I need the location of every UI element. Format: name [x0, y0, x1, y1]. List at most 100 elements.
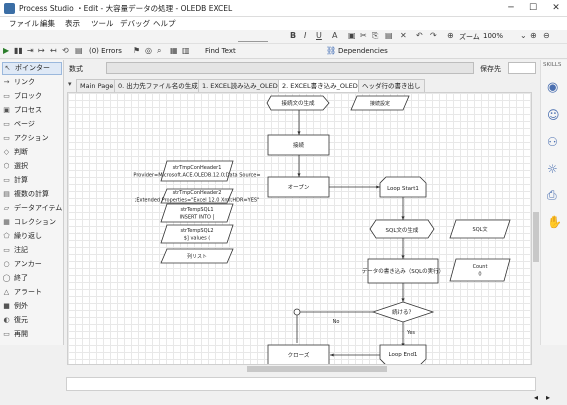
vertical-scroll-thumb[interactable] — [533, 212, 539, 262]
bold-button[interactable]: B — [290, 31, 296, 40]
tool-recover[interactable]: ◐ 復元 — [2, 314, 62, 327]
tool-collection[interactable]: ▦ コレクション — [2, 216, 62, 229]
tool-anchor[interactable]: ○ アンカー — [2, 258, 62, 271]
pause-icon[interactable]: ▮▮ — [14, 46, 23, 55]
choice-icon: ⬡ — [3, 162, 10, 170]
dependencies-button[interactable]: Dependencies — [338, 47, 388, 55]
watch-icon[interactable]: ◎ — [145, 46, 152, 55]
search-icon[interactable]: ⌕ — [157, 46, 161, 56]
save-icon[interactable]: ▣ — [348, 31, 356, 40]
zoom-value[interactable]: 100% — [483, 32, 503, 40]
tool-exception[interactable]: ■ 例外 — [2, 300, 62, 313]
tool-label: アンカー — [14, 260, 42, 268]
document-icon[interactable]: ⎙ — [547, 188, 557, 203]
zoom-in-icon[interactable]: ⊕ — [447, 31, 454, 40]
errors-button[interactable]: (0) Errors — [89, 47, 122, 55]
anchor-node[interactable] — [293, 308, 301, 316]
alert-icon: △ — [3, 288, 10, 296]
menu-edit[interactable]: 編集 — [40, 18, 55, 29]
tool-loop[interactable]: ⬠ 繰り返し — [2, 230, 62, 243]
underline-button[interactable]: U — [316, 31, 322, 40]
run-icon[interactable]: ▶ — [3, 46, 9, 55]
menu-tools[interactable]: ツール — [91, 18, 114, 29]
layout-icon[interactable]: ▥ — [182, 46, 190, 55]
link-sql-write-arrowhead — [401, 255, 405, 259]
horizontal-scroll-thumb[interactable] — [247, 366, 387, 372]
tool-page[interactable]: ▭ ページ — [2, 118, 62, 131]
minimize-button[interactable]: ─ — [500, 0, 522, 17]
menu-view[interactable]: 表示 — [65, 18, 80, 29]
paste-icon[interactable]: ▤ — [385, 31, 393, 40]
menu-debug[interactable]: デバッグ — [120, 18, 150, 29]
undo-icon[interactable]: ↶ — [416, 31, 423, 40]
tool-label: プロセス — [14, 106, 42, 114]
eye-icon[interactable]: ◉ — [547, 80, 558, 95]
redo-icon[interactable]: ↷ — [430, 31, 437, 40]
step-icon[interactable]: ⇥ — [27, 46, 34, 55]
validate-icon[interactable]: ▤ — [75, 46, 83, 55]
open-action-label: オープン — [288, 184, 310, 191]
tool-end[interactable]: ◯ 終了 — [2, 272, 62, 285]
cut-icon[interactable]: ✂ — [360, 31, 367, 40]
tool-label: ページ — [14, 120, 35, 128]
step-over-icon[interactable]: ↦ — [38, 46, 45, 55]
tool-alert[interactable]: △ アラート — [2, 286, 62, 299]
tab-output-filename[interactable]: 0. 出力先ファイル名の生成 — [114, 79, 202, 92]
tab-excel-write[interactable]: 2. EXCEL書き込み_OLEDB — [278, 79, 367, 92]
close-button[interactable]: ✕ — [545, 0, 567, 17]
loop-icon: ⬠ — [3, 232, 10, 240]
status-bar — [66, 377, 536, 391]
tool-resume[interactable]: ▭ 再開 — [2, 328, 62, 341]
tool-choice[interactable]: ⬡ 選択 — [2, 160, 62, 173]
vertical-scrollbar[interactable] — [532, 92, 540, 365]
hand-icon[interactable]: ✋ — [547, 215, 562, 229]
tool-label: 再開 — [14, 330, 28, 338]
horizontal-scrollbar[interactable] — [67, 365, 532, 373]
font-size-select[interactable] — [238, 32, 268, 42]
tool-process[interactable]: ▣ プロセス — [2, 104, 62, 117]
resume-icon: ▭ — [3, 330, 10, 338]
tab-header-write[interactable]: ヘッダ行の書き出し — [358, 79, 425, 92]
count-data[interactable] — [449, 258, 511, 282]
grid-icon[interactable]: ▦ — [170, 46, 178, 55]
zoom-minus-icon[interactable]: ⊖ — [543, 31, 550, 40]
tool-decision[interactable]: ◇ 判断 — [2, 146, 62, 159]
team-icon[interactable]: ⚇ — [547, 135, 558, 149]
menu-file[interactable]: ファイル — [9, 18, 39, 29]
tool-block[interactable]: ▭ ブロック — [2, 90, 62, 103]
nav-left-icon[interactable]: ◂ — [534, 393, 538, 402]
tool-action[interactable]: ▭ アクション — [2, 132, 62, 145]
tool-link[interactable]: → リンク — [2, 76, 62, 89]
font-color-icon[interactable]: A — [332, 31, 337, 40]
nav-right-icon[interactable]: ▸ — [546, 393, 550, 402]
reset-icon[interactable]: ⟲ — [62, 46, 69, 55]
save-to-label: 保存先 — [480, 65, 501, 73]
data-item-2-label: strTmpConHeader2 ;Extended Properties="Ex… — [135, 190, 260, 204]
tool-multi-calculation[interactable]: ▤ 複数の計算 — [2, 188, 62, 201]
tab-main-page[interactable]: Main Page — [76, 79, 118, 92]
tool-label: データアイテム — [14, 204, 63, 212]
tool-data-item[interactable]: ▱ データアイテム — [2, 202, 63, 215]
save-to-input[interactable] — [508, 62, 536, 74]
tab-excel-read[interactable]: 1. EXCEL読み込み_OLEDB — [198, 79, 287, 92]
menu-help[interactable]: ヘルプ — [153, 18, 176, 29]
people-icon[interactable]: ☺ — [547, 108, 560, 122]
diagram-canvas[interactable]: 接続文の生成 接続設定 接続 オープン Loop Start1 SQL文の生成 SQL文 デー… — [67, 92, 532, 365]
zoom-plus-icon[interactable]: ⊕ — [530, 31, 537, 40]
yes-label: Yes — [406, 330, 415, 336]
step-out-icon[interactable]: ↤ — [50, 46, 57, 55]
tool-pointer[interactable]: ↖ ポインター — [2, 62, 62, 75]
copy-icon[interactable]: ⎘ — [372, 31, 378, 41]
tool-note[interactable]: ▭ 注記 — [2, 244, 62, 257]
find-text-input[interactable]: Find Text — [205, 47, 236, 55]
delete-icon[interactable]: ✕ — [400, 31, 407, 40]
italic-button[interactable]: I — [304, 31, 306, 40]
lightbulb-icon[interactable]: ☼ — [547, 162, 558, 176]
maximize-button[interactable]: ☐ — [522, 0, 544, 17]
tab-dropdown-icon[interactable]: ▾ — [68, 80, 72, 88]
tool-calculation[interactable]: ▭ 計算 — [2, 174, 62, 187]
pointer-icon: ↖ — [4, 64, 11, 72]
breakpoint-icon[interactable]: ⚑ — [133, 46, 140, 55]
chevron-down-icon[interactable]: ⌄ — [520, 31, 527, 40]
expression-input[interactable] — [106, 62, 474, 74]
